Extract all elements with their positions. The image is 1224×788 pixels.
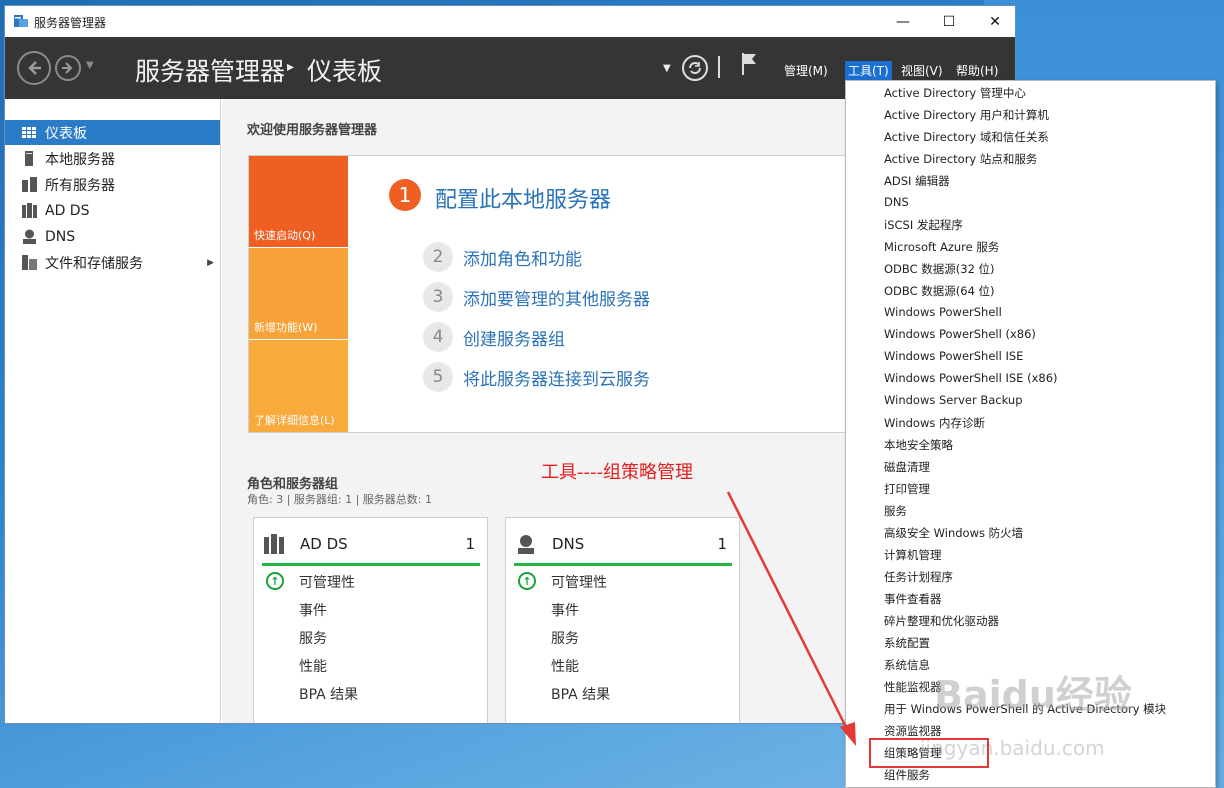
annotation-arrow — [726, 491, 856, 746]
